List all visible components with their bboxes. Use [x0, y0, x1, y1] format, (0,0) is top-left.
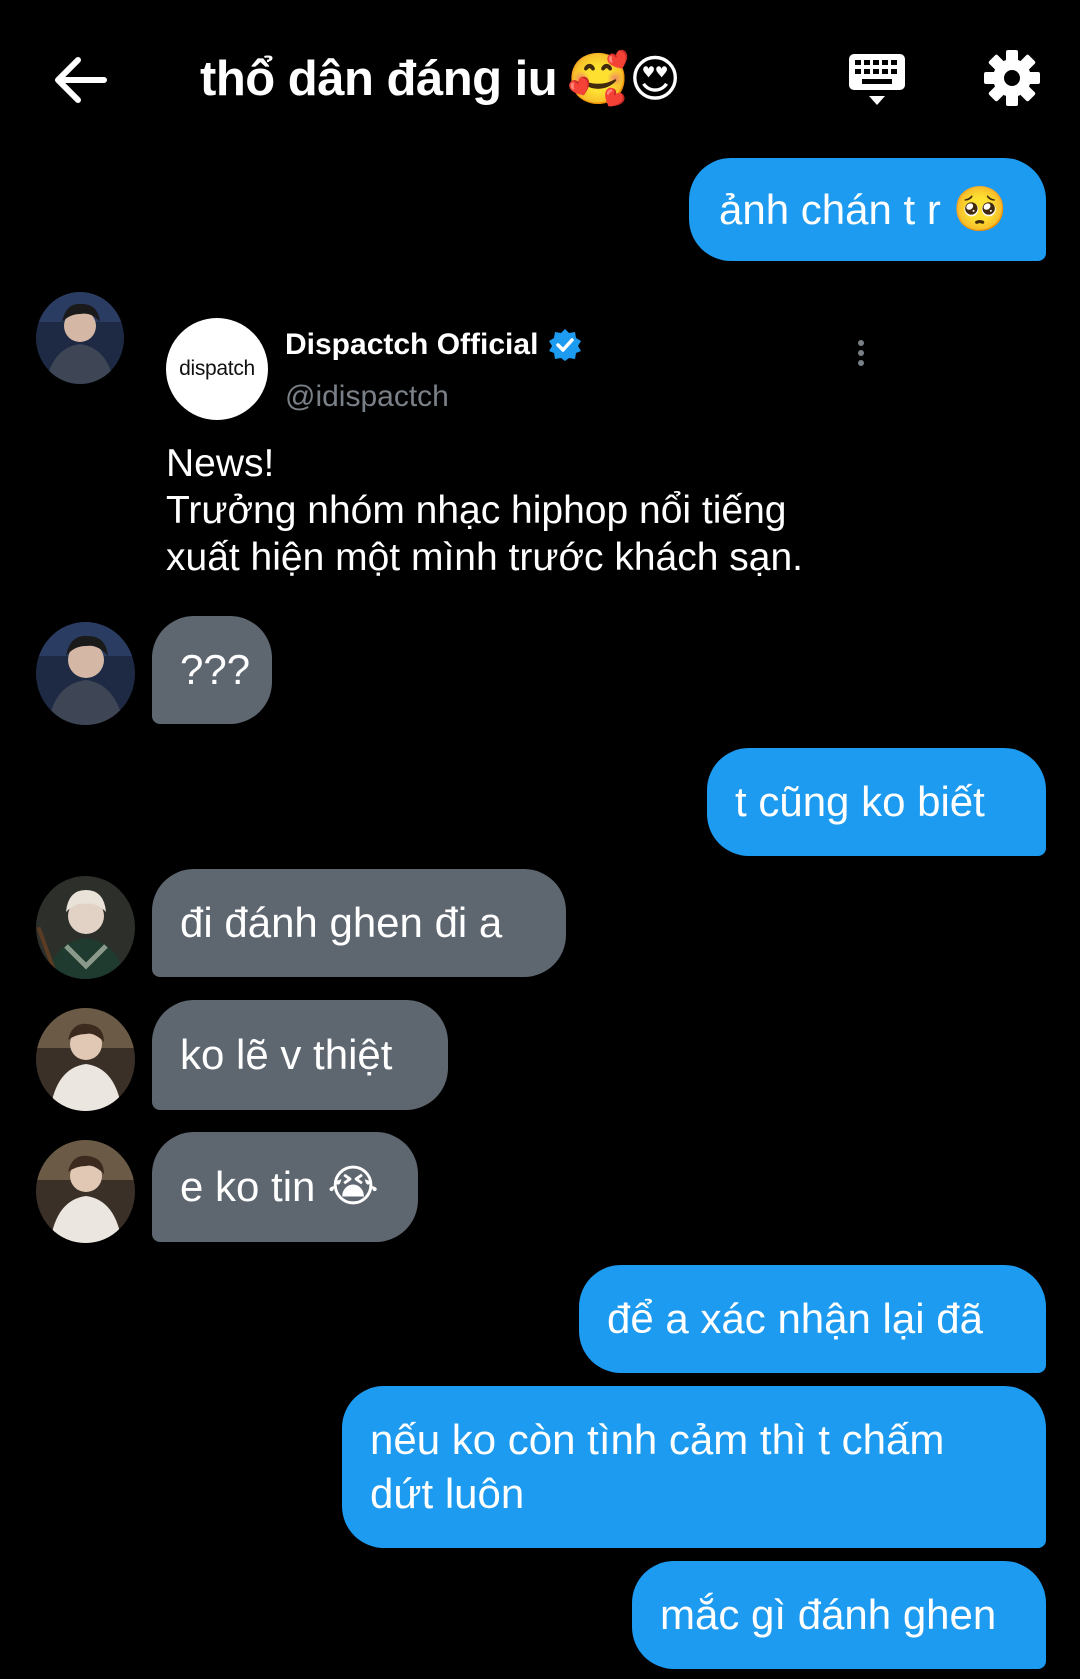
tweet-more-button[interactable]: [855, 338, 867, 368]
message-text-line: nếu ko còn tình cảm thì t chấm: [370, 1416, 945, 1463]
tweet-text-line: Trưởng nhóm nhạc hiphop nổi tiếng: [166, 489, 787, 532]
keyboard-button[interactable]: [847, 52, 907, 110]
message-outgoing[interactable]: mắc gì đánh ghen: [632, 1561, 1046, 1669]
conversation-title-text: thổ dân đáng iu: [200, 52, 558, 106]
conversation-title-emoji: 🥰😍: [567, 51, 681, 107]
tweet-text-line: News!: [166, 442, 275, 485]
tweet-author-handle[interactable]: @idispactch: [285, 380, 449, 414]
avatar[interactable]: [36, 1008, 135, 1111]
arrow-left-icon: [55, 57, 107, 103]
message-text: mắc gì đánh ghen: [660, 1591, 997, 1638]
message-incoming[interactable]: ko lẽ v thiệt: [152, 1000, 448, 1110]
tweet-author-avatar[interactable]: dispatch: [166, 318, 268, 420]
message-text: e ko tin: [180, 1163, 316, 1210]
chat-screen: thổ dân đáng iu 🥰😍 ảnh chán t r 🥺 dispat…: [0, 0, 1080, 1679]
back-button[interactable]: [50, 52, 110, 108]
avatar[interactable]: [36, 876, 135, 979]
gear-icon: [984, 50, 1040, 106]
keyboard-icon: [849, 54, 905, 105]
message-incoming[interactable]: ???: [152, 616, 272, 724]
avatar-photo: [36, 1008, 135, 1111]
message-incoming[interactable]: đi đánh ghen đi a: [152, 869, 566, 977]
message-emoji: 🥺: [952, 184, 1008, 234]
message-incoming[interactable]: e ko tin 😭: [152, 1132, 418, 1242]
message-text-line: dứt luôn: [370, 1470, 525, 1517]
message-outgoing[interactable]: ảnh chán t r 🥺: [689, 158, 1046, 261]
settings-button[interactable]: [982, 48, 1042, 108]
avatar[interactable]: [36, 292, 124, 384]
message-text: ko lẽ v thiệt: [180, 1031, 393, 1078]
message-outgoing[interactable]: để a xác nhận lại đã: [579, 1265, 1046, 1373]
verified-badge-icon: [549, 329, 582, 361]
avatar-photo: [36, 622, 135, 725]
conversation-title[interactable]: thổ dân đáng iu 🥰😍: [200, 44, 681, 114]
avatar[interactable]: [36, 1140, 135, 1243]
more-vertical-icon: [858, 340, 864, 366]
message-text: ảnh chán t r: [719, 185, 941, 233]
avatar[interactable]: [36, 622, 135, 725]
message-outgoing[interactable]: t cũng ko biết: [707, 748, 1046, 856]
message-outgoing[interactable]: nếu ko còn tình cảm thì t chấm dứt luôn: [342, 1386, 1046, 1548]
message-text: t cũng ko biết: [735, 778, 985, 825]
avatar-photo: [36, 1140, 135, 1243]
tweet-author-name[interactable]: Dispactch Official: [285, 328, 582, 362]
tweet-author-name-text: Dispactch Official: [285, 328, 539, 361]
avatar-photo: [36, 292, 124, 384]
tweet-text-line: xuất hiện một mình trước khách sạn.: [166, 536, 803, 579]
message-emoji: 😭: [327, 1162, 379, 1211]
tweet-text[interactable]: News! Trưởng nhóm nhạc hiphop nổi tiếng …: [166, 440, 803, 581]
chat-header: thổ dân đáng iu 🥰😍: [0, 0, 1080, 150]
tweet-author-logo-text: dispatch: [179, 357, 255, 380]
message-text: ???: [180, 646, 251, 693]
message-text: để a xác nhận lại đã: [607, 1295, 983, 1342]
avatar-photo: [36, 876, 135, 979]
message-text: đi đánh ghen đi a: [180, 899, 503, 946]
